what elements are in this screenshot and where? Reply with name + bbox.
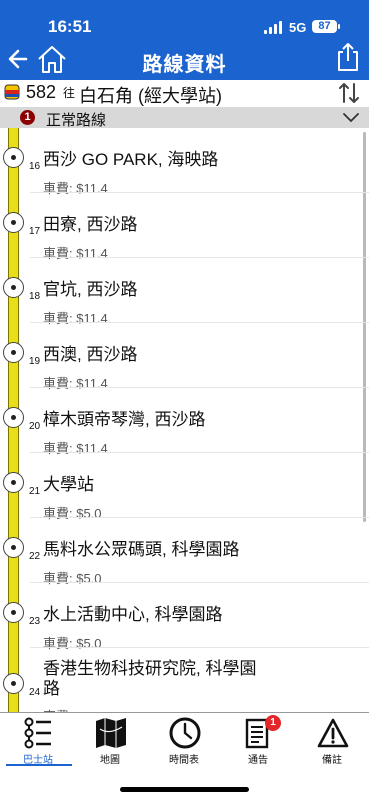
active-tab-indicator xyxy=(6,764,72,766)
tab-map[interactable]: 地圖 xyxy=(74,713,146,767)
stop-sequence: 20 xyxy=(29,421,41,432)
page-title: 路線資料 xyxy=(142,54,227,76)
stop-row[interactable]: 17 田寮, 西沙路 車費: $11.4 xyxy=(0,193,369,261)
map-icon xyxy=(96,718,126,748)
stop-sequence: 21 xyxy=(29,486,41,497)
stop-row[interactable]: 20 樟木頭帝琴灣, 西沙路 車費: $11.4 xyxy=(0,388,369,456)
stop-sequence: 24 xyxy=(29,687,41,698)
stop-sequence: 17 xyxy=(29,226,41,237)
stop-name: 官坑, 西沙路 xyxy=(43,280,138,299)
route-header: 582 往 白石角 (經大學站) xyxy=(0,80,369,106)
tab-timetable[interactable]: 時間表 xyxy=(148,713,220,767)
bus-stop-marker-icon xyxy=(3,277,24,298)
stop-name: 西沙 GO PARK, 海映路 xyxy=(43,150,219,169)
bus-stop-marker-icon xyxy=(3,537,24,558)
bus-stop-marker-icon xyxy=(3,407,24,428)
stop-name: 水上活動中心, 科學園路 xyxy=(43,605,223,624)
bus-stop-marker-icon xyxy=(3,602,24,623)
warning-icon xyxy=(317,718,349,748)
stop-sequence: 22 xyxy=(29,551,41,562)
tab-bus-stops[interactable]: 巴士站 xyxy=(2,713,74,767)
bus-stop-marker-icon xyxy=(3,472,24,493)
home-indicator[interactable] xyxy=(120,787,249,792)
status-time: 16:51 xyxy=(48,17,92,36)
route-variant-selector[interactable]: 1 正常路線 xyxy=(0,107,369,129)
bus-stop-marker-icon xyxy=(3,212,24,233)
tab-label: 時間表 xyxy=(169,755,199,766)
tab-label: 備註 xyxy=(322,755,342,766)
stop-name: 田寮, 西沙路 xyxy=(43,215,138,234)
bus-company-icon xyxy=(4,84,20,100)
stop-row[interactable]: 23 水上活動中心, 科學園路 車費: $5.0 xyxy=(0,583,369,651)
stop-sequence: 19 xyxy=(29,356,41,367)
stop-row[interactable]: 21 大學站 車費: $5.0 xyxy=(0,453,369,521)
signal-icon xyxy=(264,21,284,34)
clock-icon xyxy=(169,717,201,749)
tab-label: 通告 xyxy=(248,755,268,766)
stop-list[interactable]: 16 西沙 GO PARK, 海映路 車費: $11.4 17 田寮, 西沙路 … xyxy=(0,128,369,712)
bus-stop-marker-icon xyxy=(3,673,24,694)
stop-name: 大學站 xyxy=(43,475,94,494)
tab-label: 地圖 xyxy=(100,755,120,766)
route-to-word: 往 xyxy=(63,86,76,100)
variant-number-badge: 1 xyxy=(20,110,35,125)
network-type: 5G xyxy=(289,20,307,35)
stop-name: 香港生物科技研究院, 科學園路 xyxy=(43,659,257,698)
bus-stop-marker-icon xyxy=(3,342,24,363)
stop-sequence: 16 xyxy=(29,161,41,172)
tab-notices[interactable]: 1 通告 xyxy=(222,713,294,767)
notification-badge: 1 xyxy=(265,715,281,731)
bus-stop-marker-icon xyxy=(3,147,24,168)
stop-sequence: 18 xyxy=(29,291,41,302)
swap-direction-icon[interactable] xyxy=(337,81,361,105)
route-destination: 白石角 (經大學站) xyxy=(79,86,222,106)
tab-remarks[interactable]: 備註 xyxy=(296,713,368,767)
chevron-down-icon xyxy=(343,113,359,123)
stop-row[interactable]: 24 香港生物科技研究院, 科學園路 車費 xyxy=(0,648,369,712)
stop-row[interactable]: 22 馬料水公眾碼頭, 科學園路 車費: $5.0 xyxy=(0,518,369,586)
stop-name: 馬料水公眾碼頭, 科學園路 xyxy=(43,540,240,559)
variant-label: 正常路線 xyxy=(46,112,107,129)
share-icon[interactable] xyxy=(337,42,359,72)
nav-bar: 路線資料 xyxy=(0,40,369,80)
status-bar: 16:51 5G 87 xyxy=(0,0,369,40)
stop-sequence: 23 xyxy=(29,616,41,627)
stop-row[interactable]: 18 官坑, 西沙路 車費: $11.4 xyxy=(0,258,369,326)
bus-stop-list-icon xyxy=(24,717,51,749)
stop-name: 西澳, 西沙路 xyxy=(43,345,138,364)
battery-icon: 87 xyxy=(312,20,337,33)
battery-tip xyxy=(338,24,340,29)
stop-name: 樟木頭帝琴灣, 西沙路 xyxy=(43,410,206,429)
stop-row[interactable]: 16 西沙 GO PARK, 海映路 車費: $11.4 xyxy=(0,128,369,196)
route-number: 582 xyxy=(26,82,57,102)
bottom-tab-bar: 巴士站 地圖 時間表 1 通告 備註 xyxy=(0,712,369,767)
stop-row[interactable]: 19 西澳, 西沙路 車費: $11.4 xyxy=(0,323,369,391)
app-header: 16:51 5G 87 路線資料 xyxy=(0,0,369,80)
